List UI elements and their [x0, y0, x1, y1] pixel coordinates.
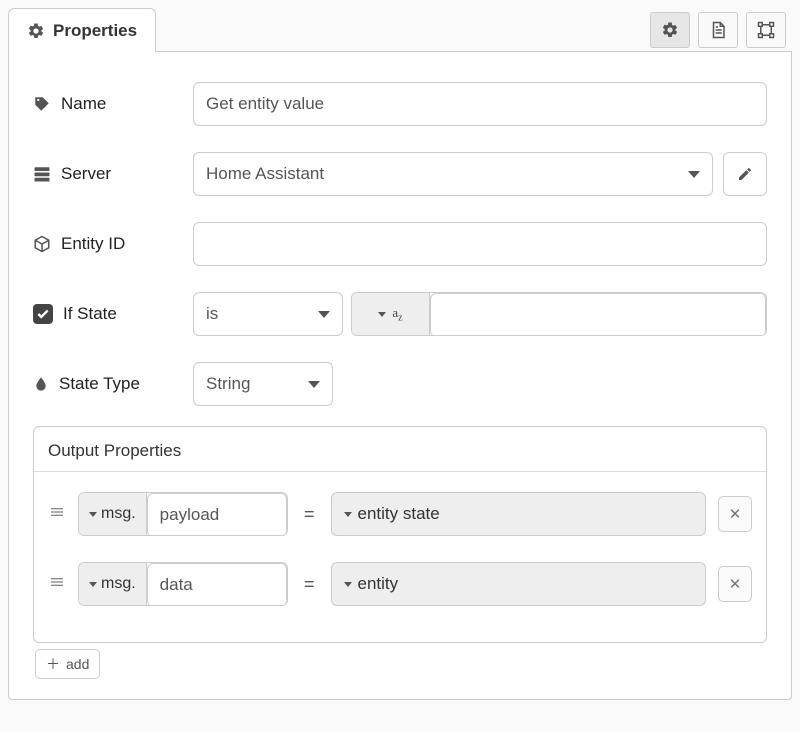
equals-label: = [300, 504, 319, 525]
chevron-down-icon [688, 171, 700, 178]
output-target-scope: msg. [101, 575, 136, 593]
gear-icon [27, 22, 45, 40]
if-state-operator-value: is [206, 304, 218, 324]
entity-id-label: Entity ID [61, 234, 125, 254]
output-target-key-input[interactable] [147, 563, 287, 606]
output-property-row: msg. = entity state ✕ [48, 492, 752, 536]
if-state-label: If State [63, 304, 117, 324]
tab-action-settings[interactable] [650, 12, 690, 48]
if-state-value-input[interactable] [430, 293, 766, 336]
output-target-scope-button[interactable]: msg. [79, 493, 147, 535]
chevron-down-icon [318, 311, 330, 318]
output-properties-panel: Output Properties msg. [33, 426, 767, 643]
check-icon [36, 307, 50, 321]
server-select[interactable]: Home Assistant [193, 152, 713, 196]
if-state-checkbox[interactable] [33, 304, 53, 324]
tab-bar: Properties [8, 8, 792, 52]
chevron-down-icon [308, 381, 320, 388]
server-icon [33, 165, 51, 183]
server-edit-button[interactable] [723, 152, 767, 196]
output-add-button[interactable]: ＋ add [35, 649, 100, 679]
cube-icon [33, 235, 51, 253]
row-server: Server Home Assistant [33, 152, 767, 196]
output-target-group: msg. [78, 562, 288, 606]
if-state-value-input-group: az [351, 292, 767, 336]
entity-id-input[interactable] [193, 222, 767, 266]
chevron-down-icon [344, 512, 352, 517]
tag-icon [33, 95, 51, 113]
close-icon: ✕ [729, 505, 742, 523]
chevron-down-icon [344, 582, 352, 587]
chevron-down-icon [378, 312, 386, 317]
output-target-scope-button[interactable]: msg. [79, 563, 147, 605]
output-source-value: entity state [358, 504, 440, 524]
output-source-value: entity [358, 574, 399, 594]
string-type-icon: az [392, 305, 402, 324]
if-state-type-button[interactable]: az [352, 293, 430, 335]
output-target-group: msg. [78, 492, 288, 536]
pencil-icon [737, 166, 753, 182]
row-state-type: State Type String [33, 362, 767, 406]
grip-icon [49, 574, 65, 594]
tab-properties[interactable]: Properties [8, 8, 156, 52]
tab-actions [156, 8, 792, 52]
tab-action-description[interactable] [698, 12, 738, 48]
output-property-row: msg. = entity ✕ [48, 562, 752, 606]
server-label: Server [61, 164, 111, 184]
output-delete-button[interactable]: ✕ [718, 566, 752, 602]
name-label: Name [61, 94, 106, 114]
output-delete-button[interactable]: ✕ [718, 496, 752, 532]
close-icon: ✕ [729, 575, 742, 593]
state-type-select-value: String [206, 374, 250, 394]
gear-icon [661, 21, 679, 39]
output-target-scope: msg. [101, 505, 136, 523]
if-state-operator-select[interactable]: is [193, 292, 343, 336]
tab-properties-label: Properties [53, 21, 137, 41]
state-type-select[interactable]: String [193, 362, 333, 406]
server-select-value: Home Assistant [206, 164, 324, 184]
bounding-box-icon [757, 21, 775, 39]
name-input[interactable] [193, 82, 767, 126]
grip-icon [49, 504, 65, 524]
state-type-label: State Type [59, 374, 140, 394]
droplet-icon [33, 375, 49, 393]
row-entity-id: Entity ID [33, 222, 767, 266]
row-if-state: If State is az [33, 292, 767, 336]
properties-panel: Name Server Home Assistant [8, 52, 792, 700]
equals-label: = [300, 574, 319, 595]
row-name: Name [33, 82, 767, 126]
chevron-down-icon [89, 512, 97, 517]
drag-handle[interactable] [48, 574, 66, 594]
output-target-key-input[interactable] [147, 493, 287, 536]
output-source-select[interactable]: entity state [331, 492, 706, 536]
output-properties-title: Output Properties [34, 427, 766, 472]
tab-action-appearance[interactable] [746, 12, 786, 48]
output-source-select[interactable]: entity [331, 562, 706, 606]
output-add-label: add [66, 656, 89, 672]
drag-handle[interactable] [48, 504, 66, 524]
chevron-down-icon [89, 582, 97, 587]
plus-icon: ＋ [46, 654, 60, 674]
document-icon [709, 21, 727, 39]
